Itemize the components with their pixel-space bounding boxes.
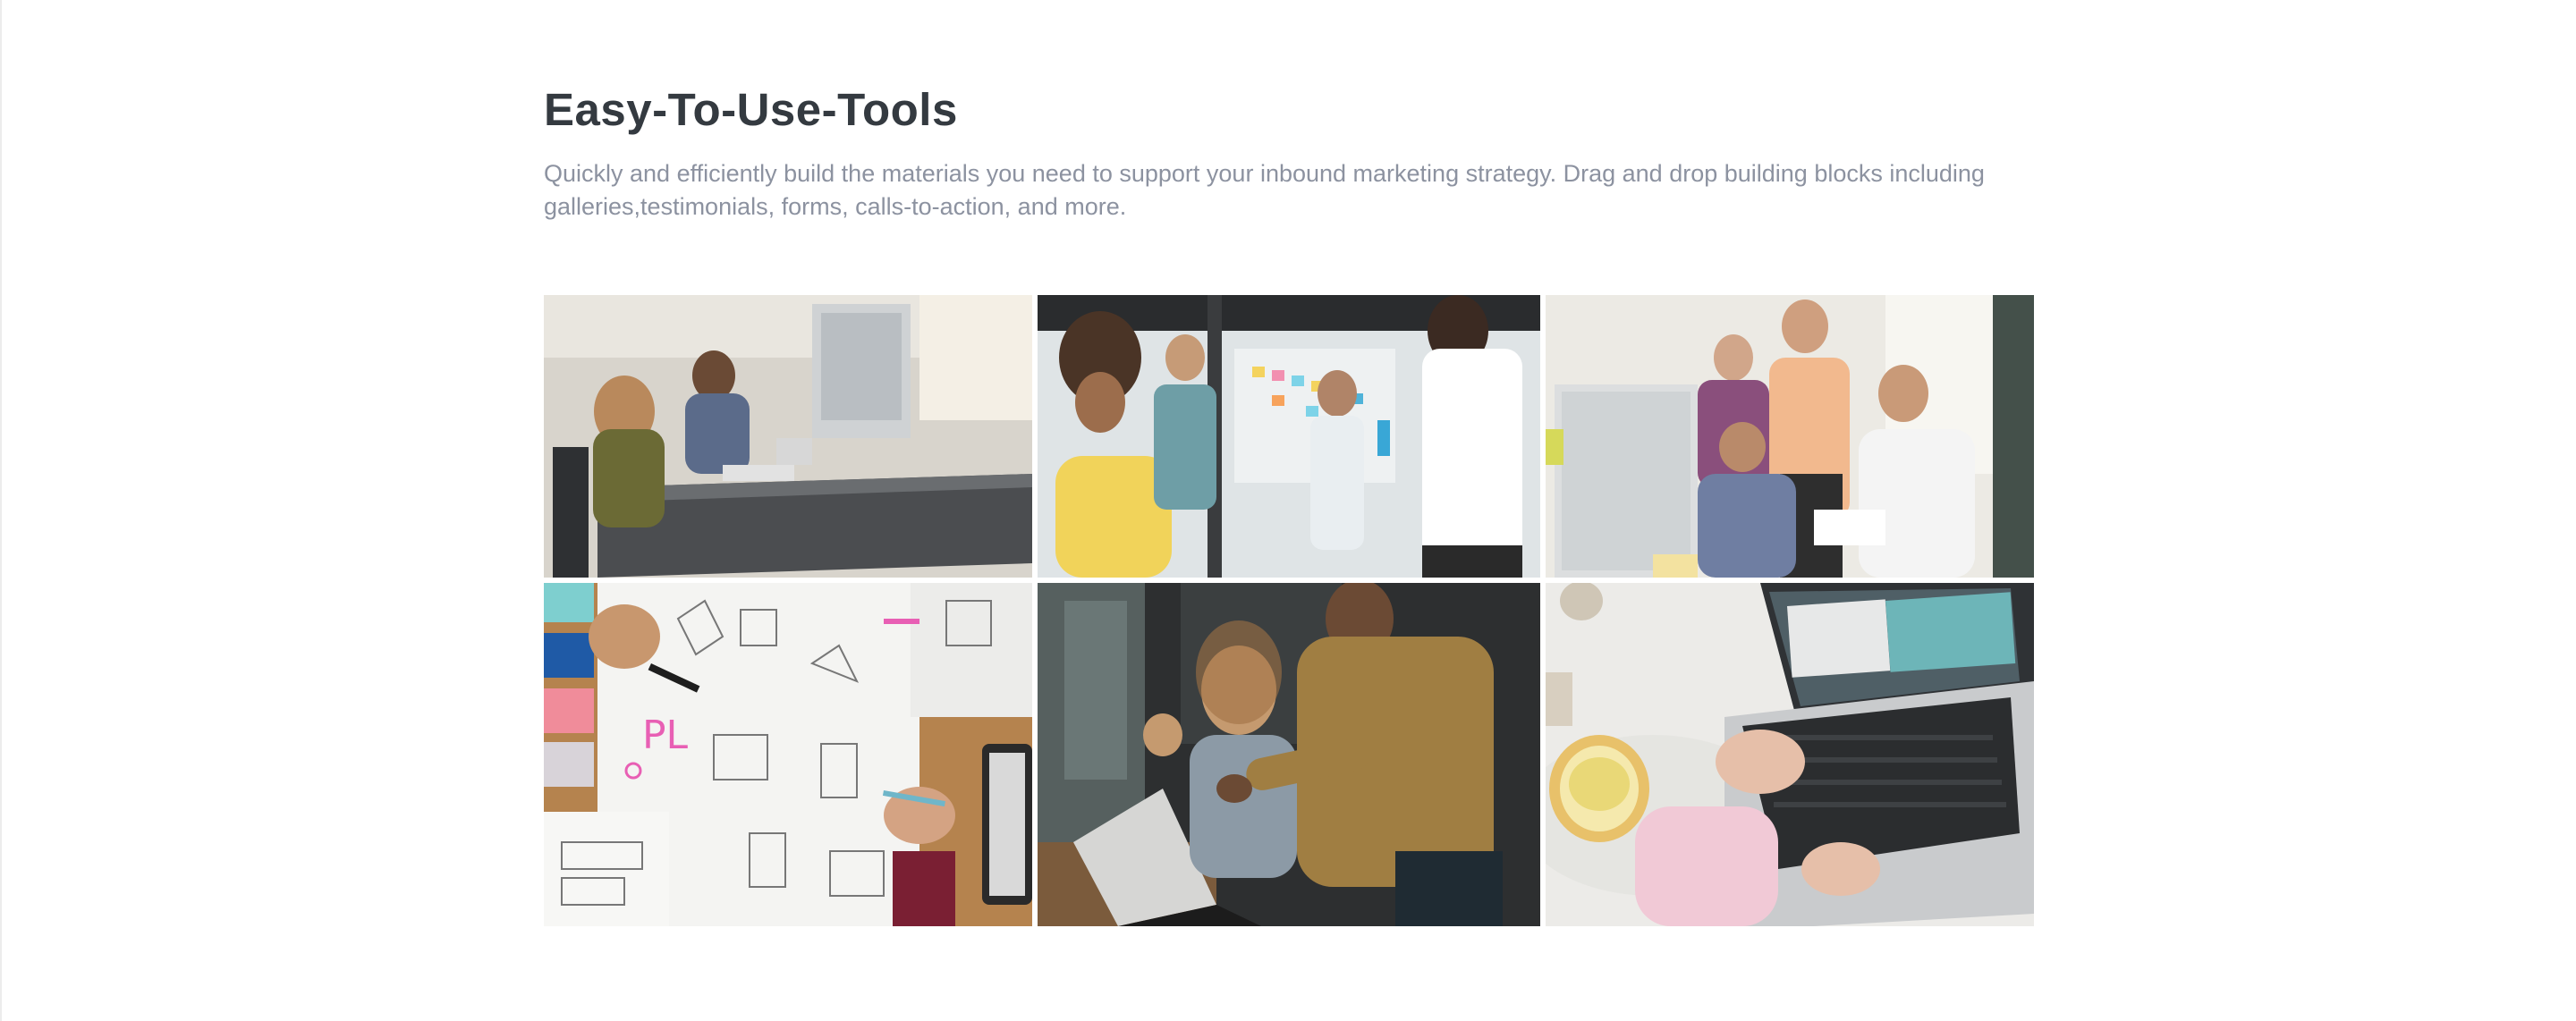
gallery-image-laptop-discussion[interactable] [1038,583,1540,926]
gallery-image-coworkers-at-desk[interactable] [544,295,1032,578]
laptop-discussion-photo [1038,583,1540,926]
section-title: Easy-To-Use-Tools [544,84,958,135]
team-at-computer-photo [1546,295,2034,578]
coworkers-at-desk-photo [544,295,1032,578]
section-description: Quickly and efficiently build the materi… [544,160,1985,220]
gallery-image-team-at-computer[interactable] [1546,295,2034,578]
section-header: Easy-To-Use-Tools Quickly and efficientl… [544,79,2034,224]
typing-on-laptop-photo [1546,583,2034,926]
gallery-image-sketching-designs[interactable]: PL [544,583,1032,926]
page: Easy-To-Use-Tools Quickly and efficientl… [0,0,2576,1021]
svg-text:PL: PL [642,713,689,758]
team-sticky-notes-photo [1038,295,1540,578]
page-edge-divider [0,0,2,1021]
sketching-designs-photo: PL [544,583,1032,926]
gallery-image-team-sticky-notes[interactable] [1038,295,1540,578]
image-gallery: PL [544,295,2034,926]
gallery-image-typing-on-laptop[interactable] [1546,583,2034,926]
